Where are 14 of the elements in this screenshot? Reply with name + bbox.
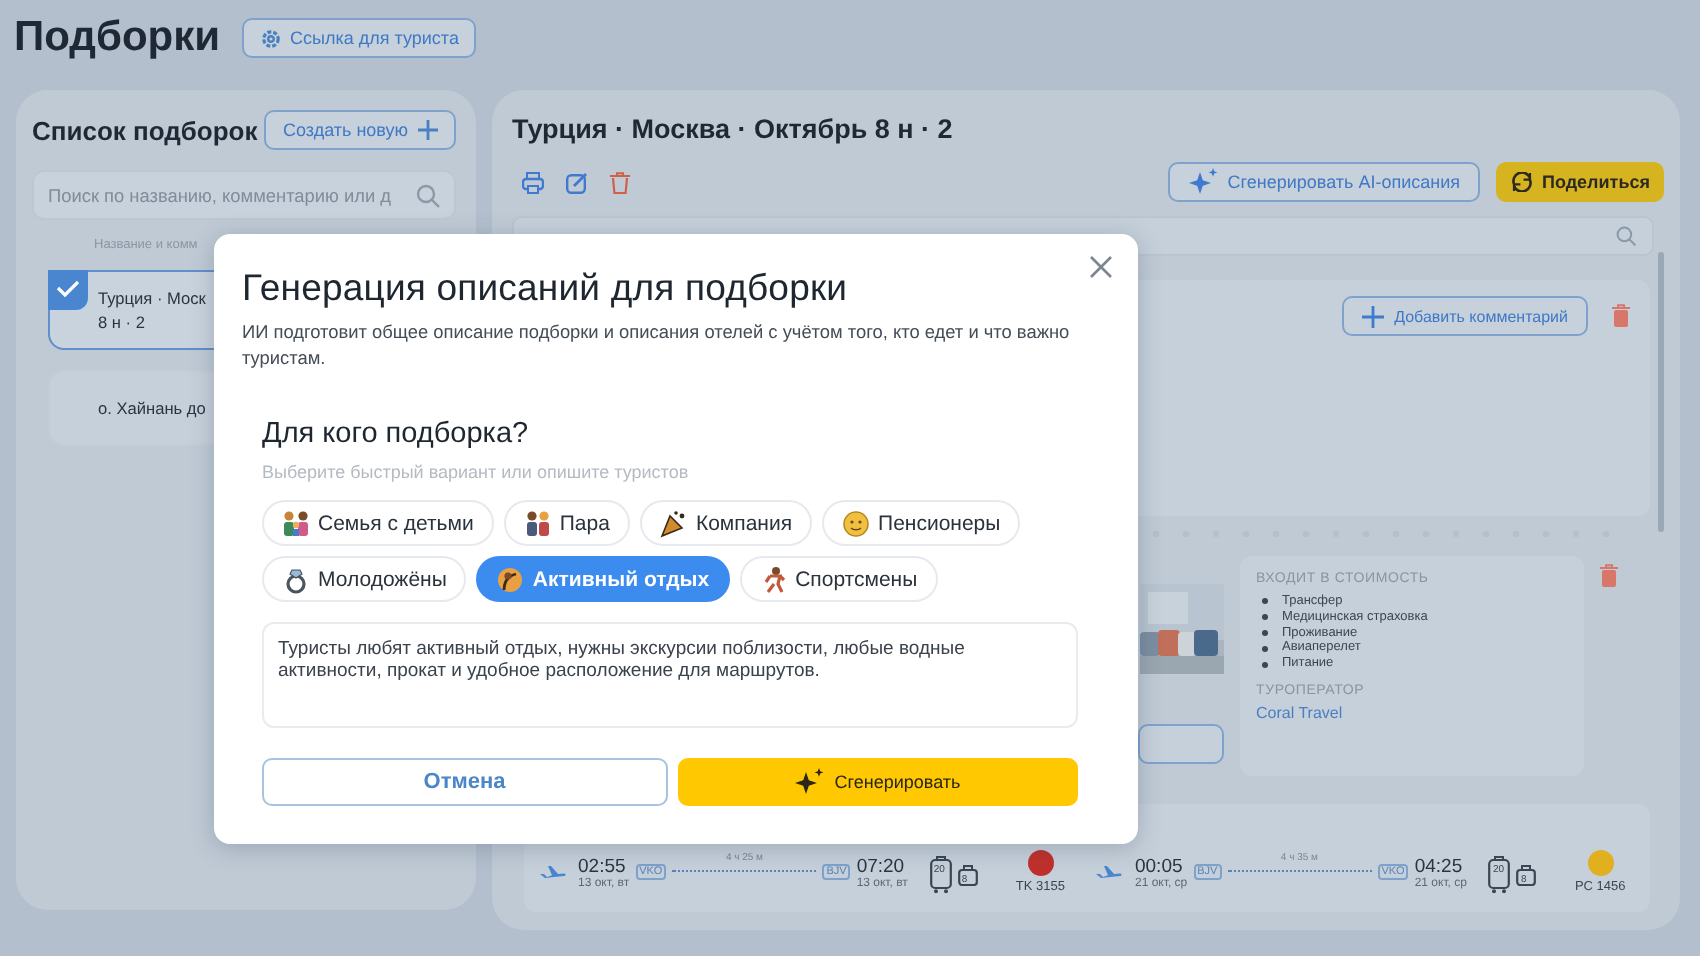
collection-title: Турция · Москва · Октябрь 8 н · 2 xyxy=(512,114,955,144)
departure-time: 02:55 xyxy=(578,855,628,877)
page-title: Подборки xyxy=(14,14,221,62)
dialog-description: ИИ подготовит общее описание подборки и описания отелей с учётом того, кто едет и что важно туристам. xyxy=(242,320,1072,370)
dialog-title: Генерация описаний для подборки xyxy=(242,266,850,310)
item-title: Турция · Моск xyxy=(98,286,206,310)
arrival-time: 04:25 xyxy=(1414,855,1465,877)
question-heading: Для кого подборка? xyxy=(262,418,531,450)
panel-title: Список подборок xyxy=(32,115,258,145)
departure-time: 00:05 xyxy=(1134,855,1185,877)
item-title: о. Хайнань до xyxy=(98,396,206,420)
hint-text: Выберите быстрый вариант или опишите туристов xyxy=(262,462,691,482)
item-subtitle: 8 н · 2 xyxy=(98,310,147,334)
arrival-time: 07:20 xyxy=(856,855,907,877)
